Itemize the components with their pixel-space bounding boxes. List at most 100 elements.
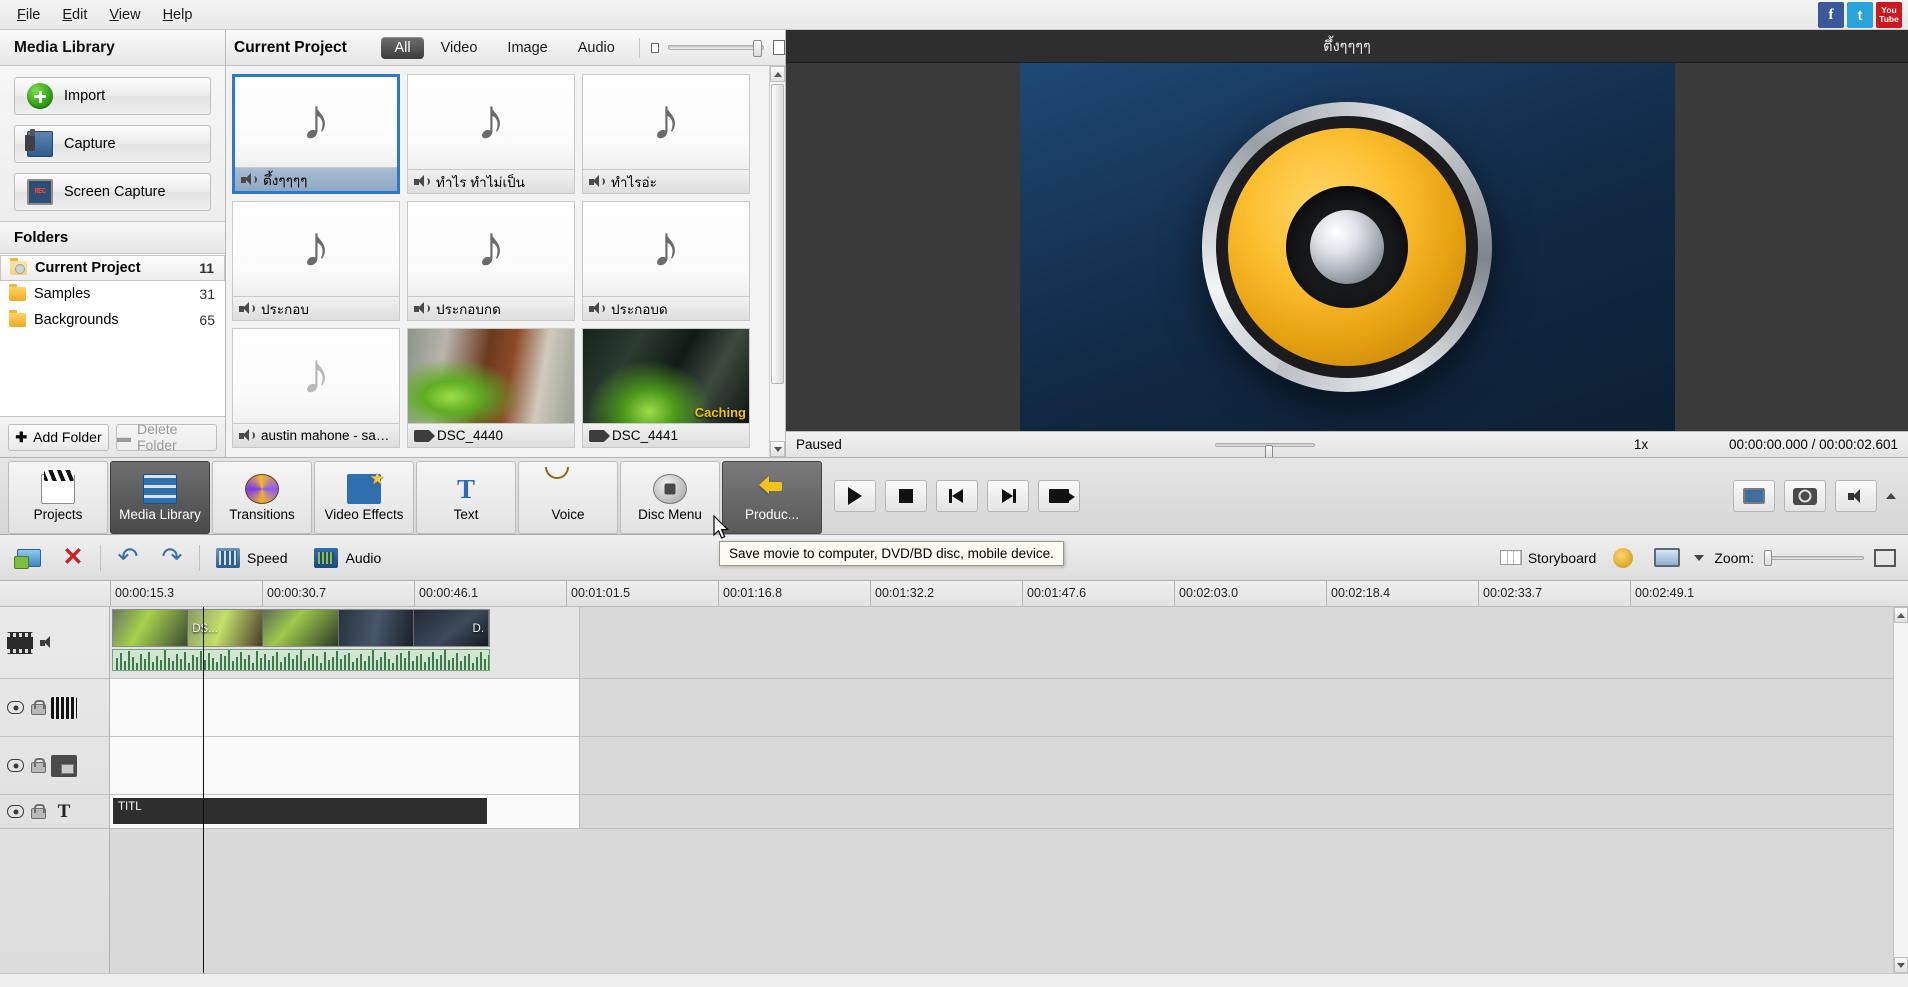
chevron-down-icon[interactable] (1694, 554, 1705, 561)
voice-over-button[interactable] (1606, 543, 1640, 573)
speed-button[interactable]: Speed (210, 544, 298, 572)
timeline-vertical-scrollbar[interactable] (1893, 607, 1908, 973)
track-header-title[interactable]: T (0, 795, 109, 829)
track-header-overlay-2[interactable] (0, 737, 109, 795)
facebook-icon[interactable]: f (1818, 2, 1844, 28)
track-header-video[interactable] (0, 607, 109, 679)
undo-button[interactable]: ↶ (111, 543, 145, 573)
playhead[interactable] (203, 607, 204, 973)
menu-help[interactable]: Help (152, 4, 204, 26)
thumbnail-size-slider[interactable] (668, 39, 764, 57)
timeline-lanes[interactable]: DS... D. TITL (110, 607, 1893, 973)
tab-media-library[interactable]: Media Library (110, 461, 210, 534)
media-item[interactable]: DSC_4440 (407, 328, 575, 448)
step-frame-button[interactable] (1038, 480, 1080, 512)
slider-handle[interactable] (752, 39, 762, 57)
display-settings-button[interactable] (1650, 543, 1684, 573)
add-folder-button[interactable]: ✚ Add Folder (8, 423, 109, 451)
play-button[interactable] (834, 480, 876, 512)
zoom-slider[interactable] (1764, 549, 1864, 566)
tab-projects[interactable]: Projects (8, 461, 108, 534)
lane-video[interactable]: DS... D. (110, 607, 1893, 679)
audio-button[interactable]: Audio (308, 544, 392, 572)
screen-capture-button[interactable]: REC Screen Capture (14, 173, 211, 211)
previous-button[interactable] (936, 480, 978, 512)
library-scrollbar[interactable] (769, 66, 785, 457)
timeline-ruler[interactable]: 00:00:15.3 00:00:30.7 00:00:46.1 00:01:0… (0, 581, 1908, 607)
title-clip[interactable]: TITL (113, 798, 487, 824)
menu-edit[interactable]: Edit (51, 4, 98, 26)
divider (199, 544, 200, 571)
scrollbar-thumb[interactable] (771, 84, 784, 384)
import-media-button[interactable] (12, 543, 46, 573)
media-item[interactable]: ♪ ประกอบ (232, 201, 400, 321)
tab-voice[interactable]: Voice (518, 461, 618, 534)
visibility-eye-icon[interactable] (7, 701, 24, 714)
media-item[interactable]: ♪ ประกอบกด (407, 201, 575, 321)
small-thumbnail-icon[interactable] (650, 42, 659, 53)
visibility-eye-icon[interactable] (7, 759, 24, 772)
media-label-row: ทำไร ทำไม่เป็น (408, 169, 574, 193)
preview-scrubber[interactable] (916, 442, 1614, 460)
timeline-horizontal-scrollbar[interactable] (0, 973, 1908, 987)
media-item[interactable]: ♪ ทำไร ทำไม่เป็น (407, 74, 575, 194)
stop-button[interactable] (885, 480, 927, 512)
filter-image[interactable]: Image (494, 37, 560, 59)
delete-folder-button[interactable]: ▬ Delete Folder (116, 421, 217, 453)
storyboard-toggle[interactable]: Storyboard (1499, 550, 1596, 566)
capture-button[interactable]: Capture (14, 125, 211, 163)
menu-file[interactable]: File (6, 4, 51, 26)
folder-item-current-project[interactable]: Current Project 11 (0, 255, 225, 281)
preview-mode-button[interactable] (1733, 480, 1775, 512)
lane-overlay-2[interactable] (110, 737, 1893, 795)
lock-icon[interactable] (31, 700, 46, 715)
large-thumbnail-icon[interactable] (772, 40, 785, 55)
media-item[interactable]: ♪ austin mahone - say ... (232, 328, 400, 448)
tab-transitions[interactable]: Transitions (212, 461, 312, 534)
transport-controls (822, 458, 1908, 534)
menu-view[interactable]: View (98, 4, 151, 26)
filter-audio[interactable]: Audio (565, 37, 628, 59)
audio-waveform[interactable] (112, 649, 490, 671)
playback-rate[interactable]: 1x (1614, 437, 1668, 452)
preview-stage[interactable] (786, 63, 1908, 431)
fit-to-window-button[interactable] (1874, 548, 1896, 567)
lane-title[interactable]: TITL (110, 795, 1893, 829)
filter-all[interactable]: All (381, 36, 424, 59)
video-clip[interactable]: DS... D. (112, 609, 490, 647)
folder-item-samples[interactable]: Samples 31 (0, 281, 225, 307)
chevron-up-icon[interactable] (1886, 493, 1896, 499)
scroll-up-button[interactable] (770, 66, 785, 82)
next-button[interactable] (987, 480, 1029, 512)
media-item[interactable]: ♪ ประกอบด (582, 201, 750, 321)
twitter-icon[interactable]: t (1847, 2, 1873, 28)
scrollbar-track[interactable] (770, 82, 785, 441)
snapshot-button[interactable] (1784, 480, 1826, 512)
scroll-down-button[interactable] (770, 441, 785, 457)
scroll-down-button[interactable] (1894, 957, 1908, 973)
track-header-overlay-1[interactable] (0, 679, 109, 737)
lock-icon[interactable] (31, 804, 46, 819)
youtube-icon[interactable]: You Tube (1876, 2, 1902, 28)
tab-produce[interactable]: Produc... (722, 461, 822, 534)
volume-button[interactable] (1835, 480, 1877, 512)
tab-text[interactable]: T Text (416, 461, 516, 534)
folder-item-backgrounds[interactable]: Backgrounds 65 (0, 307, 225, 333)
media-item[interactable]: ♪ ทำไรอ่ะ (582, 74, 750, 194)
visibility-eye-icon[interactable] (7, 805, 24, 818)
scrollbar-track[interactable] (1894, 623, 1908, 957)
zoom-handle[interactable] (1764, 549, 1772, 566)
scroll-up-button[interactable] (1894, 607, 1908, 623)
media-item[interactable]: ♪ ตึ้งๆๆๆๆ (232, 74, 400, 194)
tab-disc-menu[interactable]: Disc Menu (620, 461, 720, 534)
import-button[interactable]: Import (14, 77, 211, 115)
media-item[interactable]: Caching DSC_4441 (582, 328, 750, 448)
delete-clip-button[interactable]: ✕ (56, 543, 90, 573)
lock-icon[interactable] (31, 758, 46, 773)
redo-button[interactable]: ↷ (155, 543, 189, 573)
tab-video-effects[interactable]: Video Effects (314, 461, 414, 534)
lane-overlay-1[interactable] (110, 679, 1893, 737)
filter-video[interactable]: Video (428, 37, 491, 59)
music-note-icon: ♪ (476, 214, 506, 279)
minus-icon: ▬ (117, 429, 131, 445)
